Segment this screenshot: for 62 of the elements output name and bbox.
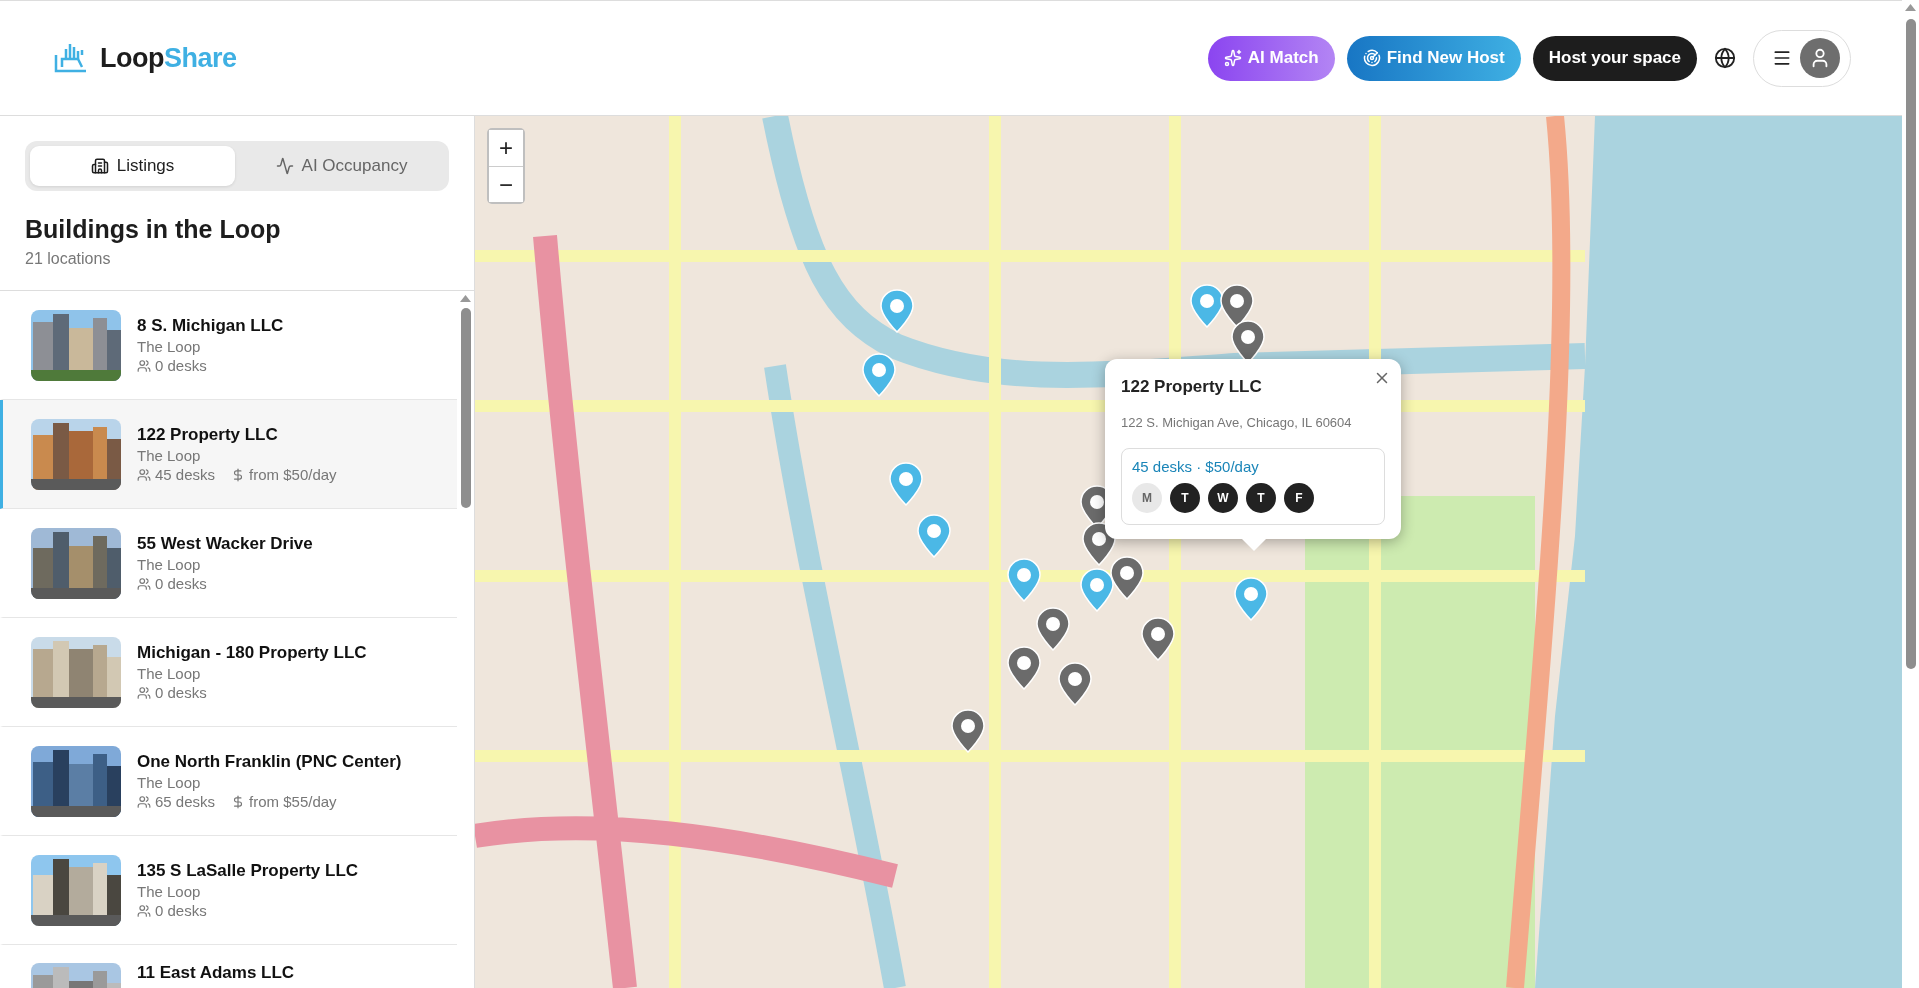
menu-icon (1772, 48, 1792, 68)
day-badge: T (1246, 483, 1276, 513)
map-pin-icon[interactable] (1110, 555, 1145, 600)
radar-icon (1362, 49, 1381, 67)
desk-count: 0 desks (155, 902, 207, 919)
host-button[interactable]: Host your space (1532, 35, 1697, 81)
map-pin-icon[interactable] (1057, 662, 1092, 707)
listing-name: One North Franklin (PNC Center) (137, 752, 402, 772)
popup-title: 122 Property LLC (1121, 377, 1263, 397)
listing-area: The Loop (137, 447, 337, 464)
listing-area: The Loop (137, 338, 284, 355)
listing-area: The Loop (137, 665, 367, 682)
price: from $55/day (249, 793, 337, 810)
scroll-up-icon[interactable] (460, 295, 471, 302)
building-icon (90, 157, 109, 175)
scrollbar-thumb[interactable] (1905, 19, 1916, 669)
scroll-up-icon[interactable] (1905, 4, 1916, 11)
people-icon (137, 685, 151, 700)
map-pin-icon[interactable] (1140, 617, 1175, 662)
popup-summary: 45 desks · $50/day (1132, 458, 1260, 475)
user-menu-button[interactable] (1753, 29, 1851, 87)
listing-name: 122 Property LLC (137, 425, 279, 445)
desk-count: 0 desks (155, 684, 207, 701)
map-pin-icon[interactable] (951, 708, 986, 753)
day-badge: W (1208, 483, 1238, 513)
people-icon (137, 794, 151, 809)
desk-count: 45 desks (155, 466, 216, 483)
desk-count: 65 desks (155, 793, 216, 810)
map-pin-icon[interactable] (1007, 646, 1042, 691)
people-icon (137, 467, 151, 482)
ai-match-button[interactable]: AI Match (1207, 35, 1335, 81)
day-badge: F (1284, 483, 1314, 513)
pulse-icon (275, 157, 294, 175)
day-badge: M (1132, 483, 1162, 513)
sparkles-icon (1223, 49, 1242, 67)
section-title: Buildings in the Loop (25, 215, 282, 244)
desk-count: 0 desks (155, 575, 207, 592)
listing-item[interactable]: 122 Property LLC The Loop 45 desks from $50/day (0, 400, 457, 509)
listing-area: The Loop (137, 774, 402, 791)
people-icon (137, 903, 151, 918)
listing-name: 11 East Adams LLC (137, 963, 295, 983)
people-icon (137, 358, 151, 373)
listing-name: 55 West Wacker Drive (137, 534, 313, 554)
zoom-out-button[interactable]: − (489, 166, 523, 202)
people-icon (137, 576, 151, 591)
day-badge: T (1170, 483, 1200, 513)
listing-name: Michigan - 180 Property LLC (137, 643, 367, 663)
listing-area: The Loop (137, 556, 313, 573)
logo-text: LoopShare (100, 42, 237, 74)
scrollbar-thumb[interactable] (460, 308, 471, 508)
avatar-icon (1800, 38, 1840, 78)
price: from $50/day (249, 466, 337, 483)
listing-name: 135 S LaSalle Property LLC (137, 861, 359, 881)
listing-name: 8 S. Michigan LLC (137, 316, 284, 336)
listing-area: The Loop (137, 883, 359, 900)
globe-icon (1714, 47, 1736, 69)
desk-count: 0 desks (155, 357, 207, 374)
popup-address: 122 S. Michigan Ave, Chicago, IL 60604 (1121, 415, 1353, 430)
tab[interactable]: Listings (30, 146, 235, 186)
map-pin-icon[interactable] (1035, 607, 1070, 652)
location-count: 21 locations (25, 250, 112, 268)
tab[interactable]: AI Occupancy (239, 146, 444, 186)
